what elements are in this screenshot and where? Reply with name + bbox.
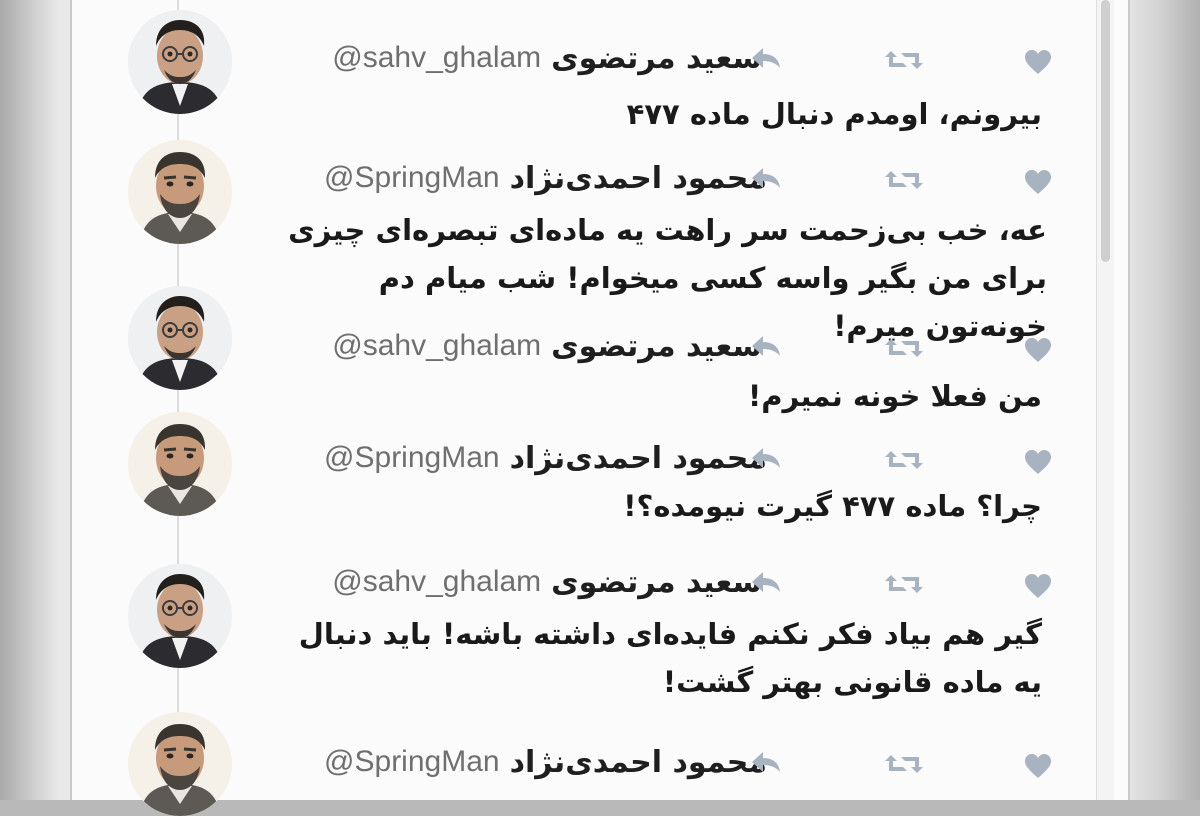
display-name[interactable]: سعید مرتضوی [551,329,762,364]
user-handle[interactable]: @SpringMan [324,745,500,779]
user-handle[interactable]: @sahv_ghalam [332,41,541,75]
heart-icon[interactable] [1024,444,1052,480]
avatar[interactable] [128,286,232,390]
retweet-icon[interactable] [884,42,924,78]
display-name[interactable]: محمود احمدی‌نژاد [510,745,767,780]
tweet-header: محمود احمدی‌نژاد @SpringMan [324,436,767,480]
avatar[interactable] [128,564,232,668]
reply-arrow-icon[interactable] [749,40,783,76]
avatar[interactable] [128,712,232,816]
reply-arrow-icon[interactable] [749,160,783,196]
timeline-screen: سعید مرتضوی @sahv_ghalam بیرونم، اومدم د… [70,0,1130,816]
heart-icon[interactable] [1024,44,1052,80]
tweet-text: چرا؟ ماده ۴۷۷ گیرت نیومده؟! [623,489,1042,523]
user-handle[interactable]: @SpringMan [324,441,500,475]
tweet-text: من فعلا خونه نمیرم! [748,379,1042,413]
avatar[interactable] [128,10,232,114]
reply-arrow-icon[interactable] [749,440,783,476]
retweet-icon[interactable] [884,162,924,198]
avatar[interactable] [128,412,232,516]
retweet-icon[interactable] [884,442,924,478]
tweet-header: سعید مرتضوی @sahv_ghalam [332,324,762,368]
user-handle[interactable]: @SpringMan [324,161,500,195]
avatar[interactable] [128,140,232,244]
tweet-header: سعید مرتضوی @sahv_ghalam [332,36,762,80]
display-name[interactable]: محمود احمدی‌نژاد [510,161,767,196]
tweet-header: سعید مرتضوی @sahv_ghalam [332,560,762,604]
retweet-icon[interactable] [884,746,924,782]
reply-arrow-icon[interactable] [749,744,783,780]
tweet-text: بیرونم، اومدم دنبال ماده ۴۷۷ [626,97,1042,131]
heart-icon[interactable] [1024,332,1052,368]
display-name[interactable]: سعید مرتضوی [551,565,762,600]
tweet-header: محمود احمدی‌نژاد @SpringMan [324,740,767,784]
display-name[interactable]: سعید مرتضوی [551,41,762,76]
tweet-header: محمود احمدی‌نژاد @SpringMan [324,156,767,200]
user-handle[interactable]: @sahv_ghalam [332,565,541,599]
user-handle[interactable]: @sahv_ghalam [332,329,541,363]
heart-icon[interactable] [1024,164,1052,200]
retweet-icon[interactable] [884,330,924,366]
heart-icon[interactable] [1024,748,1052,784]
reply-arrow-icon[interactable] [749,328,783,364]
reply-arrow-icon[interactable] [749,564,783,600]
conversation-thread-line [177,0,179,800]
vertical-scrollbar[interactable] [1096,0,1114,800]
heart-icon[interactable] [1024,568,1052,604]
tweet-text: گیر هم بیاد فکر نکنم فایده‌ای داشته باشه… [298,617,1042,699]
scroll-thumb[interactable] [1101,0,1110,262]
display-name[interactable]: محمود احمدی‌نژاد [510,441,767,476]
retweet-icon[interactable] [884,566,924,602]
